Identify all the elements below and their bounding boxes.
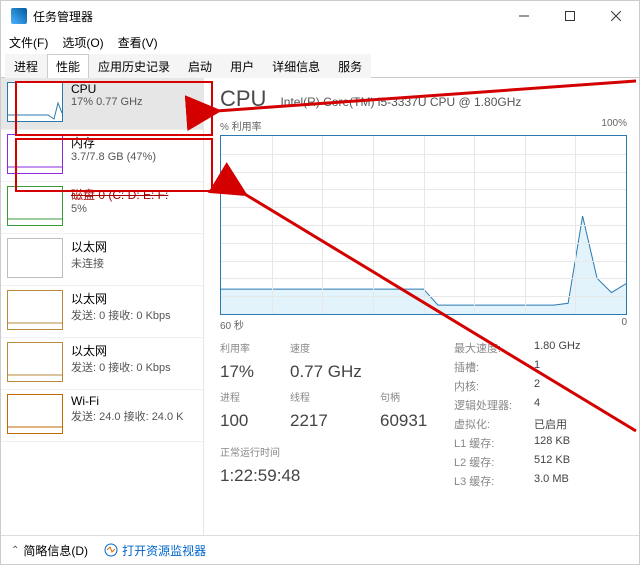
info-key: 逻辑处理器: xyxy=(454,397,524,413)
info-key: 内核: xyxy=(454,378,524,394)
sidebar[interactable]: CPU17% 0.77 GHz内存3.7/7.8 GB (47%)磁盘 0 (C… xyxy=(1,78,204,535)
info-value: 1.80 GHz xyxy=(524,340,580,356)
info-key: L1 缓存: xyxy=(454,435,524,451)
sidebar-item-subtitle: 3.7/7.8 GB (47%) xyxy=(71,151,156,163)
sidebar-thumbnail xyxy=(7,394,63,434)
sidebar-item-title: 以太网 xyxy=(71,290,171,307)
sidebar-item-以太网[interactable]: 以太网发送: 0 接收: 0 Kbps xyxy=(1,338,203,390)
menubar: 文件(F) 选项(O) 查看(V) xyxy=(1,31,639,53)
page-title: CPU xyxy=(220,86,266,112)
info-key: 最大速度: xyxy=(454,340,524,356)
maximize-button[interactable] xyxy=(547,1,593,31)
sidebar-item-title: 内存 xyxy=(71,134,156,151)
sidebar-item-subtitle: 5% xyxy=(71,203,168,215)
open-resource-monitor-link[interactable]: 打开资源监视器 xyxy=(104,542,206,559)
sidebar-item-以太网[interactable]: 以太网发送: 0 接收: 0 Kbps xyxy=(1,286,203,338)
label-speed: 速度 xyxy=(290,340,380,358)
label-uptime: 正常运行时间 xyxy=(220,444,450,462)
sidebar-item-磁盘 0 (c: d: e: f:[interactable]: 磁盘 0 (C: D: E: F:5% xyxy=(1,182,203,234)
sidebar-item-title: 以太网 xyxy=(71,342,171,359)
cpu-info-list: 最大速度:1.80 GHz插槽:1内核:2逻辑处理器:4虚拟化:已启用L1 缓存… xyxy=(454,340,580,489)
sidebar-item-title: 磁盘 0 (C: D: E: F: xyxy=(71,186,168,203)
info-value: 128 KB xyxy=(524,435,580,451)
tab-strip: 进程 性能 应用历史记录 启动 用户 详细信息 服务 xyxy=(1,53,639,78)
value-handles: 60931 xyxy=(380,411,450,434)
axis-bottom-right: 0 xyxy=(621,317,627,332)
minimize-button[interactable] xyxy=(501,1,547,31)
footer: ⌃ 简略信息(D) 打开资源监视器 xyxy=(1,535,639,564)
info-value: 2 xyxy=(524,378,580,394)
tab-performance[interactable]: 性能 xyxy=(47,54,89,78)
info-value: 1 xyxy=(524,359,580,375)
main-panel: CPU Intel(R) Core(TM) i5-3337U CPU @ 1.8… xyxy=(204,78,639,535)
tab-users[interactable]: 用户 xyxy=(221,54,263,78)
task-manager-window: { "title": "任务管理器", "menus": {"file":"文件… xyxy=(0,0,640,565)
sidebar-item-wi-fi[interactable]: Wi-Fi发送: 24.0 接收: 24.0 K xyxy=(1,390,203,442)
info-value: 4 xyxy=(524,397,580,413)
label-threads: 线程 xyxy=(290,389,380,407)
monitor-icon xyxy=(104,543,118,557)
content-area: CPU17% 0.77 GHz内存3.7/7.8 GB (47%)磁盘 0 (C… xyxy=(1,78,639,535)
sidebar-thumbnail xyxy=(7,186,63,226)
titlebar: 任务管理器 xyxy=(1,1,639,31)
sidebar-thumbnail xyxy=(7,290,63,330)
sidebar-item-subtitle: 发送: 24.0 接收: 24.0 K xyxy=(71,408,184,424)
label-utilization: 利用率 xyxy=(220,340,290,358)
value-utilization: 17% xyxy=(220,362,290,385)
sidebar-thumbnail xyxy=(7,342,63,382)
value-uptime: 1:22:59:48 xyxy=(220,466,450,489)
sidebar-item-title: CPU xyxy=(71,82,143,96)
sidebar-item-subtitle: 发送: 0 接收: 0 Kbps xyxy=(71,307,171,323)
sidebar-thumbnail xyxy=(7,238,63,278)
info-key: L3 缓存: xyxy=(454,473,524,489)
axis-top-right: 100% xyxy=(601,118,627,133)
value-threads: 2217 xyxy=(290,411,380,434)
sidebar-item-subtitle: 发送: 0 接收: 0 Kbps xyxy=(71,359,171,375)
axis-top-left: % 利用率 xyxy=(220,118,262,133)
sidebar-item-以太网[interactable]: 以太网未连接 xyxy=(1,234,203,286)
value-processes: 100 xyxy=(220,411,290,434)
sidebar-thumbnail xyxy=(7,134,63,174)
axis-bottom-left: 60 秒 xyxy=(220,317,244,332)
info-value: 512 KB xyxy=(524,454,580,470)
sidebar-item-subtitle: 未连接 xyxy=(71,255,107,271)
cpu-model: Intel(R) Core(TM) i5-3337U CPU @ 1.80GHz xyxy=(280,95,521,109)
label-handles: 句柄 xyxy=(380,389,450,407)
info-key: L2 缓存: xyxy=(454,454,524,470)
sidebar-item-内存[interactable]: 内存3.7/7.8 GB (47%) xyxy=(1,130,203,182)
menu-file[interactable]: 文件(F) xyxy=(9,34,48,51)
tab-startup[interactable]: 启动 xyxy=(179,54,221,78)
info-value: 3.0 MB xyxy=(524,473,580,489)
value-speed: 0.77 GHz xyxy=(290,362,380,385)
tab-details[interactable]: 详细信息 xyxy=(263,54,329,78)
sidebar-item-title: Wi-Fi xyxy=(71,394,184,408)
chevron-up-icon[interactable]: ⌃ xyxy=(11,545,19,556)
close-button[interactable] xyxy=(593,1,639,31)
cpu-utilization-chart[interactable] xyxy=(220,135,627,315)
brief-info-button[interactable]: 简略信息(D) xyxy=(23,542,88,559)
sidebar-thumbnail xyxy=(7,82,63,122)
tab-app-history[interactable]: 应用历史记录 xyxy=(89,54,179,78)
window-title: 任务管理器 xyxy=(33,8,93,25)
menu-options[interactable]: 选项(O) xyxy=(62,34,103,51)
sidebar-item-title: 以太网 xyxy=(71,238,107,255)
menu-view[interactable]: 查看(V) xyxy=(118,34,158,51)
info-value: 已启用 xyxy=(524,416,580,432)
info-key: 插槽: xyxy=(454,359,524,375)
tab-services[interactable]: 服务 xyxy=(329,54,371,78)
info-key: 虚拟化: xyxy=(454,416,524,432)
label-processes: 进程 xyxy=(220,389,290,407)
sidebar-item-subtitle: 17% 0.77 GHz xyxy=(71,96,143,108)
app-icon xyxy=(11,8,27,24)
sidebar-item-cpu[interactable]: CPU17% 0.77 GHz xyxy=(1,78,203,130)
tab-processes[interactable]: 进程 xyxy=(5,54,47,78)
